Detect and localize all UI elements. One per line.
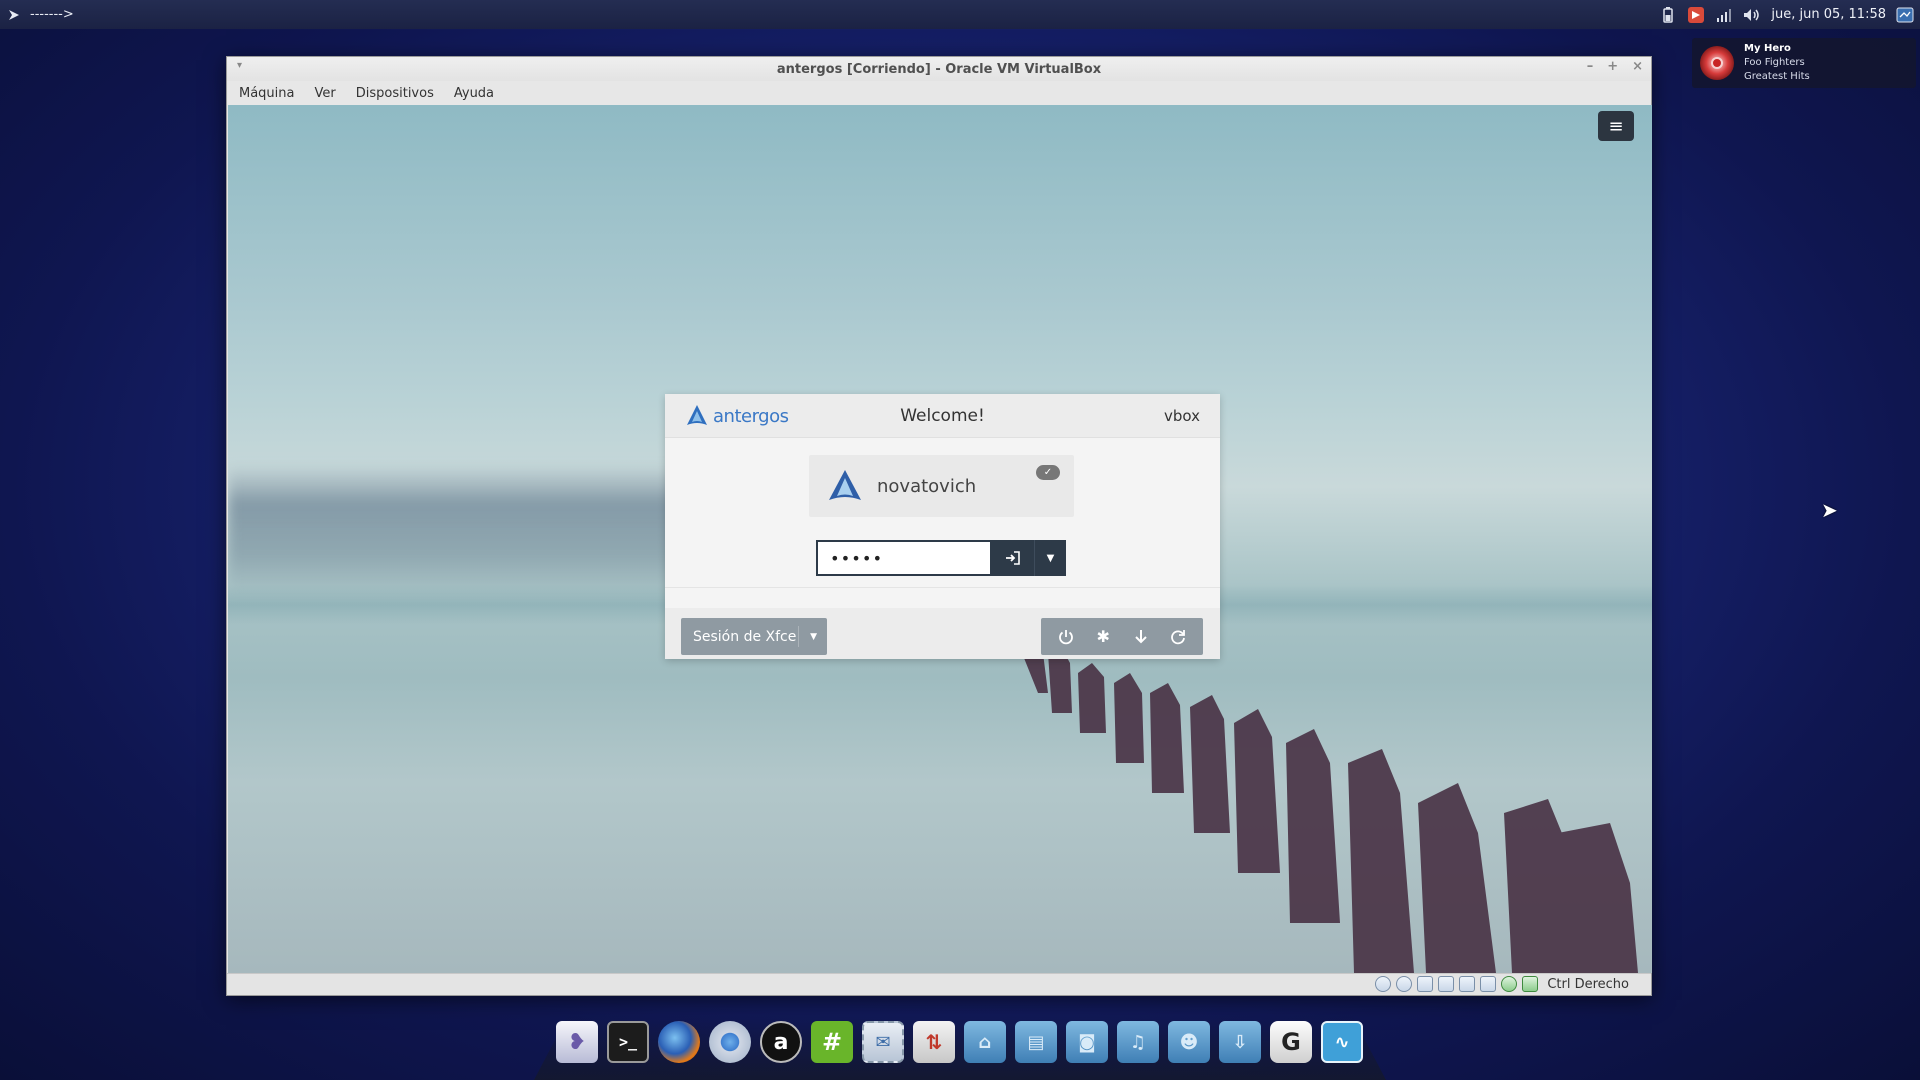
top-panel: -------> jue, jun 05, 11:58 (0, 0, 1920, 29)
restart-button[interactable] (1164, 623, 1192, 651)
clock[interactable]: jue, jun 05, 11:58 (1771, 7, 1886, 22)
user-selected-check-icon: ✓ (1036, 465, 1060, 480)
hard-disk-icon[interactable] (1375, 976, 1392, 992)
network-icon[interactable] (1438, 976, 1455, 992)
asterisk-icon: ✱ (1096, 627, 1110, 646)
menu-ver[interactable]: Ver (315, 86, 336, 101)
volume-icon[interactable] (1743, 6, 1761, 24)
username: novatovich (877, 475, 977, 497)
wallpaper-rocks (1018, 633, 1638, 973)
hexchat-icon[interactable]: # (811, 1021, 853, 1063)
app-indicator-icon[interactable] (1687, 6, 1705, 24)
session-selector[interactable]: Sesión de Xfce ▼ (681, 618, 827, 655)
capture-icon[interactable] (1501, 976, 1518, 992)
system-monitor-icon[interactable]: ∿ (1321, 1021, 1363, 1063)
usb-icon[interactable] (1459, 976, 1476, 992)
refresh-icon (1171, 629, 1186, 644)
terminal-icon[interactable]: >_ (607, 1021, 649, 1063)
window-titlebar[interactable]: ▾ antergos [Corriendo] - Oracle VM Virtu… (227, 57, 1651, 81)
hamburger-icon: ≡ (1608, 115, 1624, 137)
login-arrow-icon (1006, 551, 1020, 565)
videos-folder-icon[interactable]: ☻ (1168, 1021, 1210, 1063)
dock: ❥ >_ a # ✉ ⇅ ⌂ ▤ ◙ ♫ ☻ ⇩ G ∿ (556, 1021, 1363, 1063)
user-avatar-icon (829, 470, 861, 500)
album-art-icon (1700, 46, 1734, 80)
chevron-down-icon: ▼ (810, 631, 817, 642)
login-header: antergos Welcome! vbox (665, 394, 1220, 438)
suspend-button[interactable] (1127, 623, 1155, 651)
transmission-icon[interactable]: ⇅ (913, 1021, 955, 1063)
firefox-icon[interactable] (658, 1021, 700, 1063)
window-title: antergos [Corriendo] - Oracle VM Virtual… (776, 61, 1102, 77)
grub-icon[interactable]: G (1270, 1021, 1312, 1063)
gnome-icon[interactable]: ❥ (556, 1021, 598, 1063)
chevron-down-icon: ▼ (1046, 552, 1055, 564)
power-icon (1058, 629, 1073, 644)
menu-ayuda[interactable]: Ayuda (454, 86, 494, 101)
minimize-icon[interactable]: – (1587, 59, 1594, 74)
menu-maquina[interactable]: Máquina (239, 86, 295, 101)
hibernate-button[interactable]: ✱ (1089, 623, 1117, 651)
panel-label[interactable]: -------> (30, 7, 74, 22)
password-row: ▼ (816, 540, 1066, 576)
vbox-statusbar: Ctrl Derecho (227, 973, 1651, 995)
virtualbox-window: ▾ antergos [Corriendo] - Oracle VM Virtu… (226, 56, 1652, 996)
audio-icon[interactable] (1417, 976, 1434, 992)
music-notification[interactable]: My Hero Foo Fighters Greatest Hits (1692, 38, 1916, 88)
app-menu-icon[interactable] (6, 7, 22, 23)
downloads-folder-icon[interactable]: ⇩ (1219, 1021, 1261, 1063)
vm-display[interactable]: ≡ antergos Welcome! vbox novatovich ✓ ••… (228, 105, 1652, 973)
menubar: Máquina Ver Dispositivos Ayuda (227, 81, 1651, 105)
login-options-dropdown[interactable]: ▼ (1034, 540, 1066, 576)
keyboard-capture-icon[interactable] (1522, 976, 1539, 992)
welcome-text: Welcome! (900, 406, 985, 426)
window-menu-icon[interactable]: ▾ (237, 60, 242, 71)
session-label: Sesión de Xfce (693, 628, 797, 645)
mail-icon[interactable]: ✉ (862, 1021, 904, 1063)
battery-icon[interactable] (1659, 6, 1677, 24)
shutdown-button[interactable] (1052, 623, 1080, 651)
home-folder-icon[interactable]: ⌂ (964, 1021, 1006, 1063)
optical-drive-icon[interactable] (1396, 976, 1413, 992)
password-field[interactable] (816, 540, 992, 576)
pictures-folder-icon[interactable]: ◙ (1066, 1021, 1108, 1063)
power-buttons: ✱ (1041, 618, 1203, 655)
user-card[interactable]: novatovich ✓ (809, 455, 1074, 517)
network-signal-icon[interactable] (1715, 6, 1733, 24)
host-key-label: Ctrl Derecho (1547, 976, 1629, 992)
menu-dispositivos[interactable]: Dispositivos (356, 86, 434, 101)
arrow-down-icon (1135, 629, 1147, 643)
login-button[interactable] (992, 540, 1034, 576)
display-icon[interactable] (1896, 6, 1914, 24)
notification-artist: Foo Fighters (1744, 57, 1805, 68)
menu-hamburger-button[interactable]: ≡ (1598, 111, 1634, 141)
notification-title: My Hero (1744, 43, 1791, 54)
login-panel: antergos Welcome! vbox novatovich ✓ ▼ (665, 394, 1220, 659)
documents-folder-icon[interactable]: ▤ (1015, 1021, 1057, 1063)
hostname: vbox (1164, 407, 1200, 425)
maximize-icon[interactable]: + (1607, 59, 1618, 74)
shared-folders-icon[interactable] (1480, 976, 1497, 992)
mouse-pointer-icon: ➤ (1821, 498, 1838, 522)
chromium-icon[interactable] (709, 1021, 751, 1063)
notification-album: Greatest Hits (1744, 71, 1810, 82)
music-folder-icon[interactable]: ♫ (1117, 1021, 1159, 1063)
close-icon[interactable]: × (1632, 59, 1643, 74)
divider (665, 587, 1220, 588)
amazon-icon[interactable]: a (760, 1021, 802, 1063)
